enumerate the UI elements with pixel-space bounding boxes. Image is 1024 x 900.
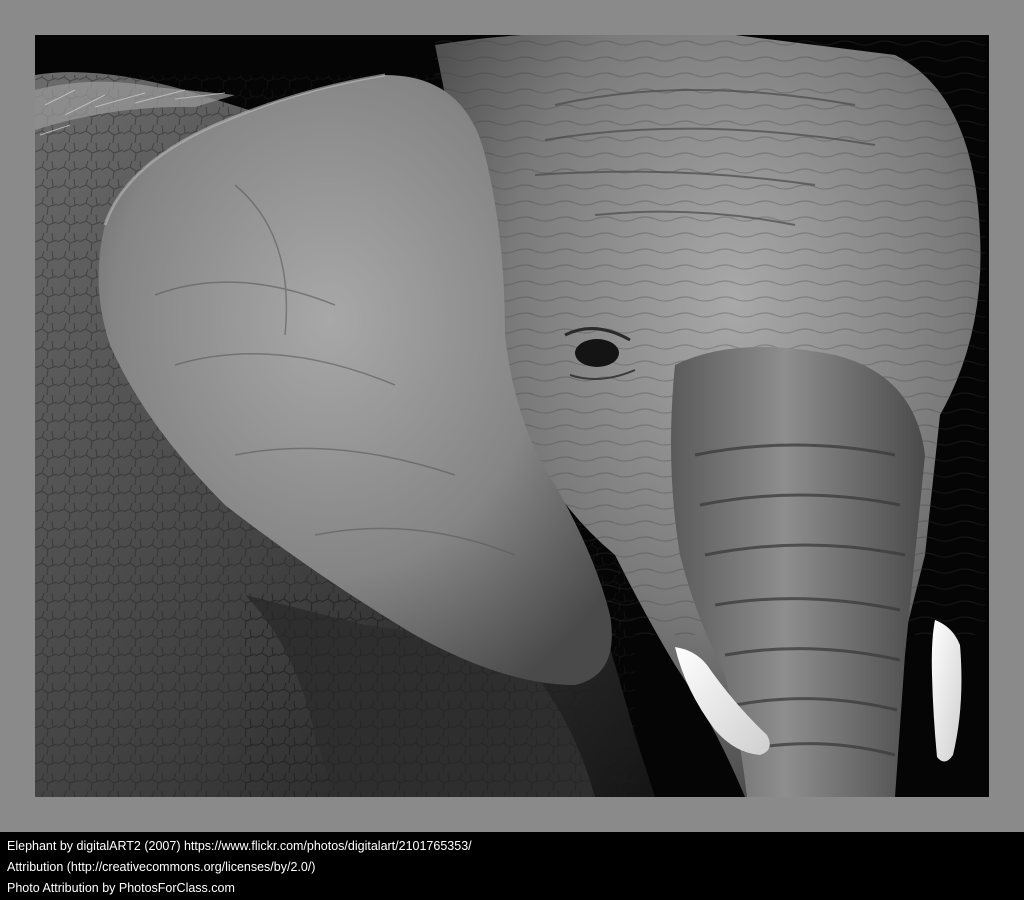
elephant-photo: [35, 35, 989, 797]
attribution-caption: Elephant by digitalART2 (2007) https://w…: [0, 832, 1024, 900]
caption-line-license: Attribution (http://creativecommons.org/…: [7, 860, 316, 874]
caption-line-source: Photo Attribution by PhotosForClass.com: [7, 881, 235, 895]
elephant-illustration: [35, 35, 989, 797]
caption-line-credit: Elephant by digitalART2 (2007) https://w…: [7, 839, 472, 853]
photo-frame: [0, 0, 1024, 832]
